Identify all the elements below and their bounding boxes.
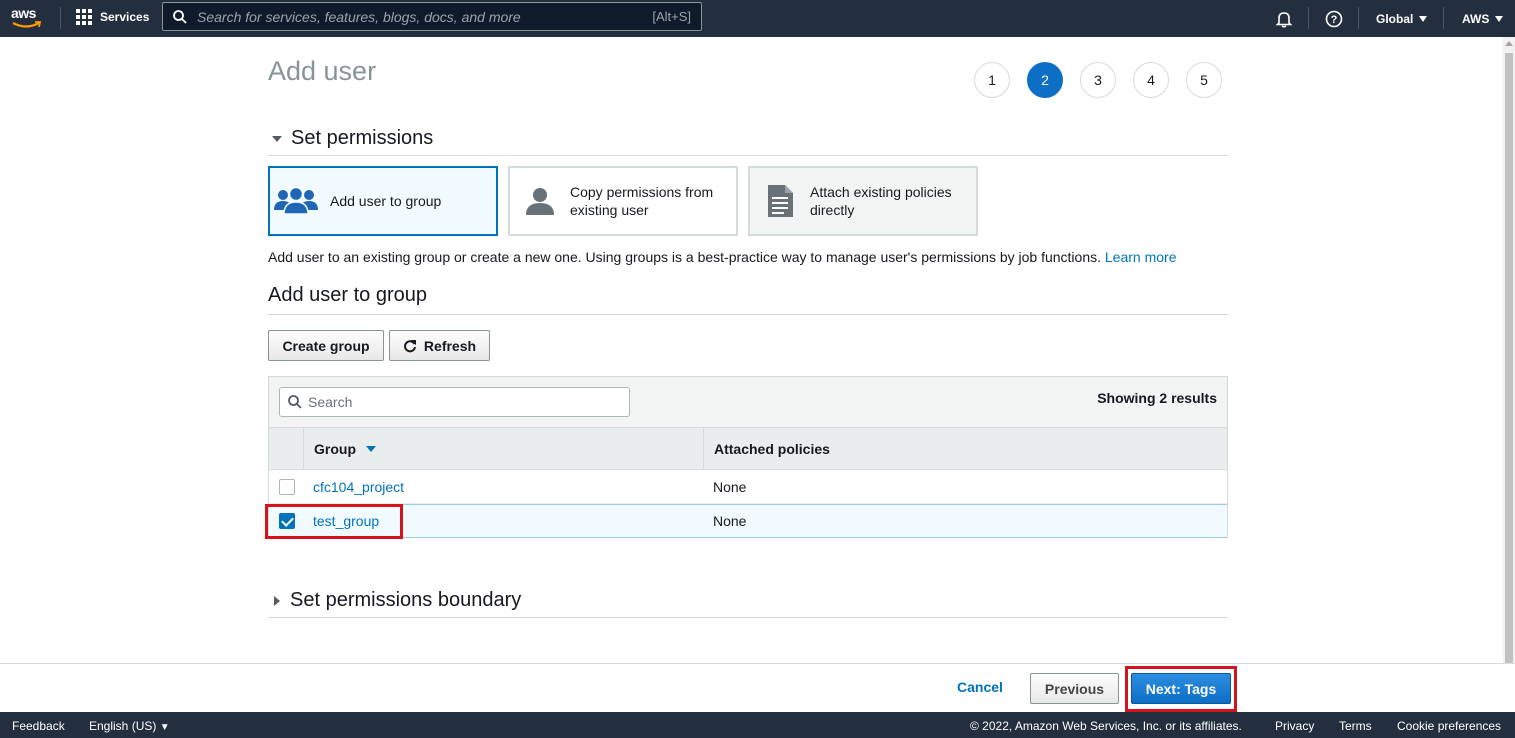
nav-divider: [1358, 7, 1359, 29]
global-search[interactable]: [Alt+S]: [162, 2, 702, 31]
cancel-button[interactable]: Cancel: [957, 679, 1003, 695]
search-icon: [288, 395, 302, 409]
step-3[interactable]: 3: [1080, 62, 1116, 98]
console-footer: Feedback English (US) ▼ © 2022, Amazon W…: [0, 712, 1515, 738]
set-permissions-title: Set permissions: [291, 127, 434, 149]
aws-smile-icon: [12, 21, 42, 28]
svg-text:?: ?: [1331, 14, 1338, 26]
document-icon: [750, 184, 810, 218]
table-row[interactable]: test_group None: [269, 504, 1227, 538]
column-header-group[interactable]: Group: [304, 428, 704, 469]
refresh-icon: [404, 339, 416, 352]
privacy-link[interactable]: Privacy: [1275, 719, 1314, 733]
top-nav: aws Services [Alt+S] ? Global A: [0, 0, 1515, 37]
help-icon: ?: [1325, 10, 1343, 27]
create-group-button[interactable]: Create group: [268, 330, 384, 361]
nav-divider: [1308, 7, 1309, 29]
aws-logo[interactable]: aws: [10, 4, 44, 32]
option-label-line2: directly: [810, 202, 855, 218]
step-1[interactable]: 1: [974, 62, 1010, 98]
language-selector[interactable]: English (US) ▼: [89, 719, 170, 733]
option-copy-permissions[interactable]: Copy permissions from existing user: [508, 166, 738, 236]
global-search-input[interactable]: [197, 8, 653, 25]
wizard-steps: 1 2 3 4 5: [974, 62, 1222, 98]
group-link[interactable]: cfc104_project: [313, 479, 404, 495]
search-shortcut: [Alt+S]: [652, 9, 691, 24]
permissions-description: Add user to an existing group or create …: [268, 249, 1176, 265]
policies-cell: None: [713, 513, 747, 529]
notifications-button[interactable]: [1275, 0, 1293, 37]
wizard-action-bar: Cancel Previous Next: Tags: [0, 663, 1515, 712]
copyright: © 2022, Amazon Web Services, Inc. or its…: [970, 719, 1242, 733]
option-label: Add user to group: [330, 193, 442, 209]
services-label: Services: [100, 10, 150, 24]
table-toolbar: Showing 2 results: [269, 377, 1227, 428]
bell-icon: [1275, 11, 1293, 27]
group-link[interactable]: test_group: [313, 513, 379, 529]
language-label: English (US): [89, 719, 157, 733]
step-5[interactable]: 5: [1186, 62, 1222, 98]
caret-down-icon: [1495, 15, 1504, 22]
step-4[interactable]: 4: [1133, 62, 1169, 98]
region-selector[interactable]: Global: [1376, 0, 1428, 37]
column-header-policies[interactable]: Attached policies: [704, 428, 1227, 469]
page-title: Add user: [268, 56, 377, 86]
group-icon: [270, 186, 322, 216]
table-search-input[interactable]: [308, 394, 608, 410]
table-header: Group Attached policies: [269, 428, 1227, 470]
account-label: AWS: [1462, 11, 1490, 26]
account-menu[interactable]: AWS: [1462, 0, 1504, 37]
main-content: Add user 1 2 3 4 5 Set permissions Add u…: [0, 37, 1503, 663]
feedback-link[interactable]: Feedback: [12, 719, 65, 733]
table-row[interactable]: cfc104_project None: [269, 470, 1227, 504]
caret-down-icon: ▼: [159, 722, 170, 733]
option-label: Copy permissions from: [570, 184, 714, 200]
next-tags-button[interactable]: Next: Tags: [1131, 673, 1231, 704]
region-label: Global: [1376, 11, 1414, 26]
step-2[interactable]: 2: [1027, 62, 1063, 98]
description-text: Add user to an existing group or create …: [268, 249, 1101, 265]
set-permissions-header[interactable]: Set permissions: [268, 127, 1228, 156]
caret-down-icon: [1419, 15, 1428, 22]
expand-caret-icon: [274, 595, 280, 606]
previous-button[interactable]: Previous: [1030, 673, 1119, 704]
option-label: Attach existing policies: [810, 184, 952, 200]
user-icon: [510, 186, 570, 216]
expand-caret-icon: [272, 135, 282, 142]
terms-link[interactable]: Terms: [1339, 719, 1372, 733]
option-add-user-to-group[interactable]: Add user to group: [268, 166, 498, 236]
sort-down-icon: [366, 445, 376, 452]
nav-divider: [60, 7, 61, 29]
results-count: Showing 2 results: [1097, 390, 1217, 406]
refresh-button[interactable]: Refresh: [389, 330, 490, 361]
option-label-line2: existing user: [570, 202, 649, 218]
header-checkbox-cell: [269, 428, 304, 469]
option-attach-policies[interactable]: Attach existing policies directly: [748, 166, 978, 236]
cookie-preferences-link[interactable]: Cookie preferences: [1397, 719, 1501, 733]
search-icon: [173, 9, 187, 24]
groups-table: Showing 2 results Group Attached policie…: [268, 376, 1228, 538]
column-label: Group: [314, 440, 356, 457]
learn-more-link[interactable]: Learn more: [1105, 249, 1177, 265]
permissions-boundary-title: Set permissions boundary: [290, 589, 522, 611]
grid-icon: [76, 9, 92, 25]
scroll-up-icon[interactable]: [1505, 41, 1513, 46]
table-search[interactable]: [279, 387, 630, 417]
column-label: Attached policies: [714, 440, 830, 457]
policies-cell: None: [713, 478, 747, 495]
services-menu[interactable]: Services: [76, 9, 149, 25]
scrollbar-thumb[interactable]: [1505, 53, 1513, 663]
row-checkbox[interactable]: [278, 478, 295, 495]
nav-divider: [1443, 7, 1444, 29]
row-checkbox[interactable]: [278, 513, 295, 529]
help-button[interactable]: ?: [1325, 0, 1343, 37]
vertical-scrollbar[interactable]: [1503, 37, 1515, 663]
add-user-to-group-title: Add user to group: [268, 284, 1228, 315]
refresh-label: Refresh: [423, 337, 477, 354]
permissions-boundary-header[interactable]: Set permissions boundary: [268, 589, 1228, 618]
